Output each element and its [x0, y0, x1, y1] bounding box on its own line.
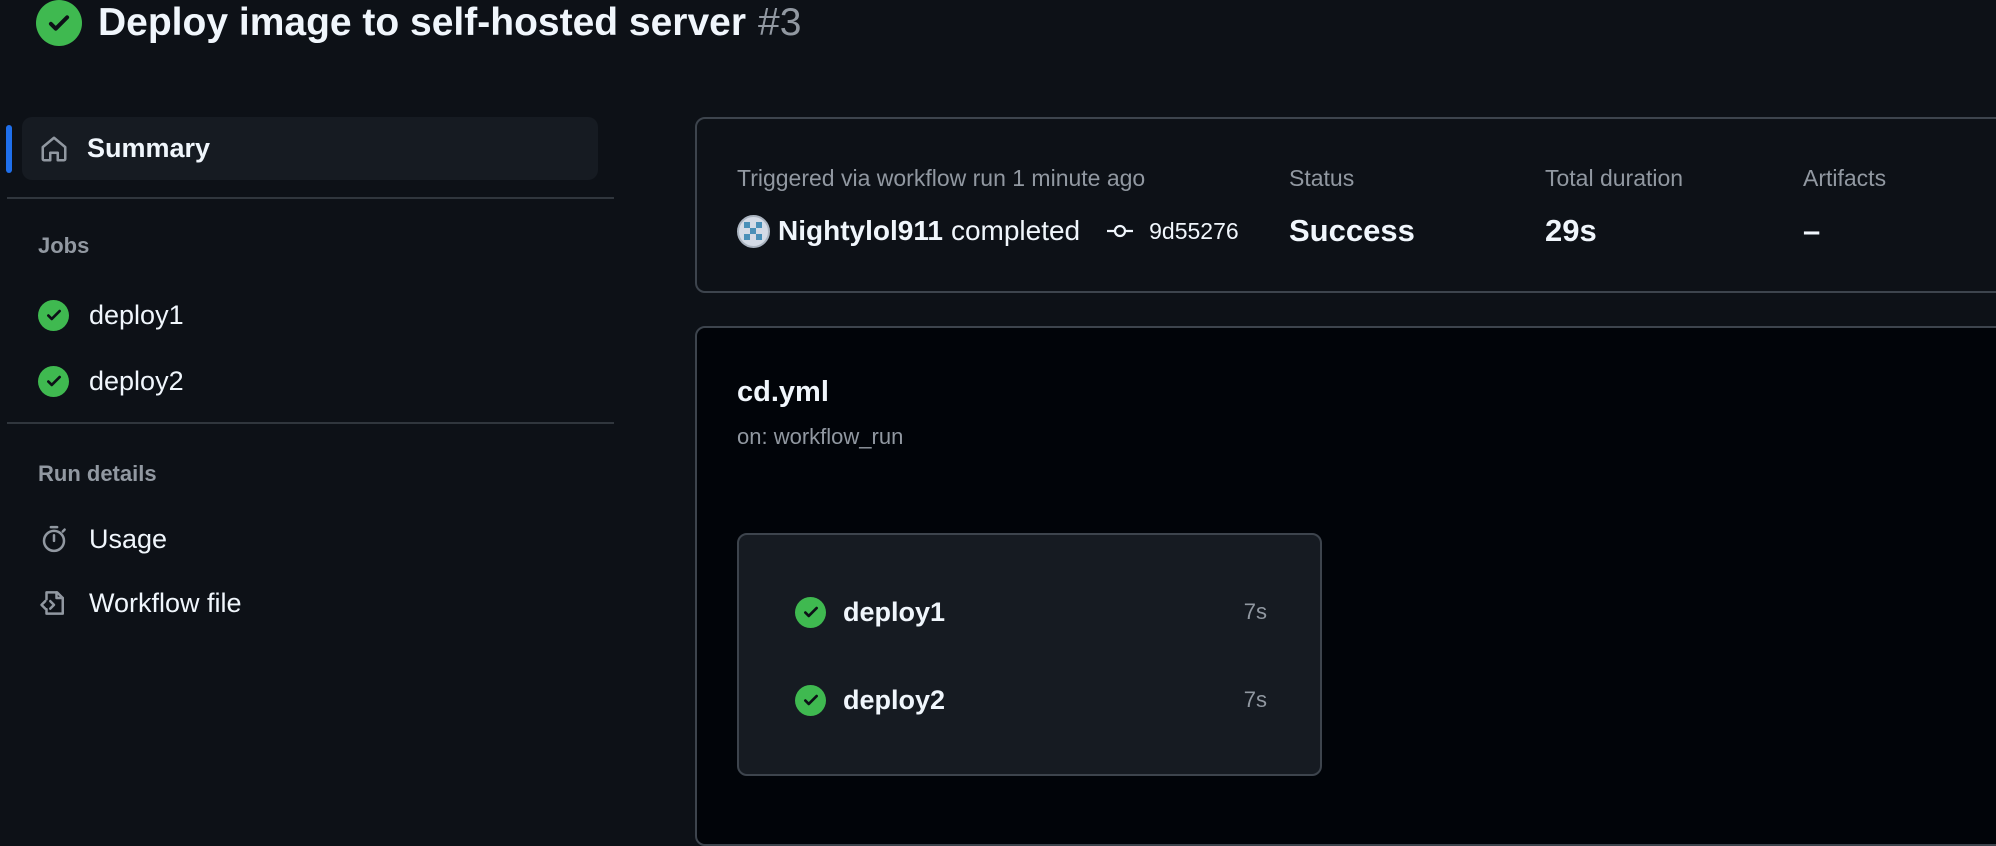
sidebar-item-label: deploy2	[89, 365, 184, 396]
sidebar-item-deploy2[interactable]: deploy2	[38, 359, 184, 403]
status-value: Success	[1289, 213, 1415, 248]
job-duration: 7s	[1243, 599, 1267, 624]
check-circle-fill-icon	[38, 299, 69, 331]
job-name: deploy1	[843, 596, 946, 627]
duration-value: 29s	[1545, 213, 1597, 248]
stopwatch-icon	[38, 524, 69, 555]
jobs-section-title: Jobs	[38, 233, 90, 258]
run-summary-card: Triggered via workflow run 1 minute ago …	[695, 117, 1996, 293]
active-indicator	[6, 125, 12, 173]
artifacts-value: –	[1803, 213, 1821, 248]
check-circle-fill-icon	[38, 365, 69, 397]
avatar[interactable]	[737, 214, 770, 248]
job-node-deploy1[interactable]: deploy1 7s	[795, 592, 1267, 632]
trigger-action: completed	[950, 215, 1081, 246]
check-circle-fill-icon	[36, 0, 82, 46]
workflow-graph-card: cd.yml on: workflow_run deploy1 7s deplo…	[695, 326, 1996, 846]
divider	[7, 422, 614, 424]
job-group: deploy1 7s deploy2 7s	[737, 533, 1322, 776]
job-duration: 7s	[1243, 687, 1267, 712]
check-circle-fill-icon	[795, 596, 826, 628]
duration-label: Total duration	[1545, 165, 1684, 191]
sidebar-item-deploy1[interactable]: deploy1	[38, 293, 184, 337]
git-commit-icon	[1104, 216, 1135, 247]
sidebar-item-label: Summary	[87, 133, 211, 163]
page-title: Deploy image to self-hosted server #3	[98, 1, 801, 45]
sidebar-item-summary[interactable]: Summary	[22, 117, 598, 180]
home-icon	[38, 133, 69, 164]
divider	[7, 197, 614, 199]
user-link[interactable]: Nightylol911	[778, 215, 943, 247]
file-code-icon	[38, 588, 69, 619]
status-label: Status	[1289, 165, 1355, 191]
sidebar-item-label: Workflow file	[89, 587, 242, 618]
sidebar-item-usage[interactable]: Usage	[38, 517, 167, 561]
sidebar-item-label: Usage	[89, 523, 168, 554]
trigger-text: Triggered via workflow run 1 minute ago	[737, 165, 1146, 191]
workflow-trigger: on: workflow_run	[737, 424, 904, 449]
job-node-deploy2[interactable]: deploy2 7s	[795, 680, 1267, 720]
commit-link[interactable]: 9d55276	[1149, 218, 1239, 245]
sidebar-item-label: deploy1	[89, 299, 184, 330]
run-number: #3	[758, 1, 802, 44]
workflow-file-name: cd.yml	[737, 376, 829, 408]
check-circle-fill-icon	[795, 684, 826, 716]
page-header: Deploy image to self-hosted server #3	[36, 0, 801, 46]
artifacts-label: Artifacts	[1803, 165, 1887, 191]
trigger-row: Nightylol911 completed 9d55276	[737, 211, 1239, 251]
job-name: deploy2	[843, 684, 946, 715]
sidebar-item-workflow-file[interactable]: Workflow file	[38, 581, 242, 625]
workflow-title: Deploy image to self-hosted server	[98, 1, 747, 44]
run-details-section-title: Run details	[38, 461, 157, 486]
